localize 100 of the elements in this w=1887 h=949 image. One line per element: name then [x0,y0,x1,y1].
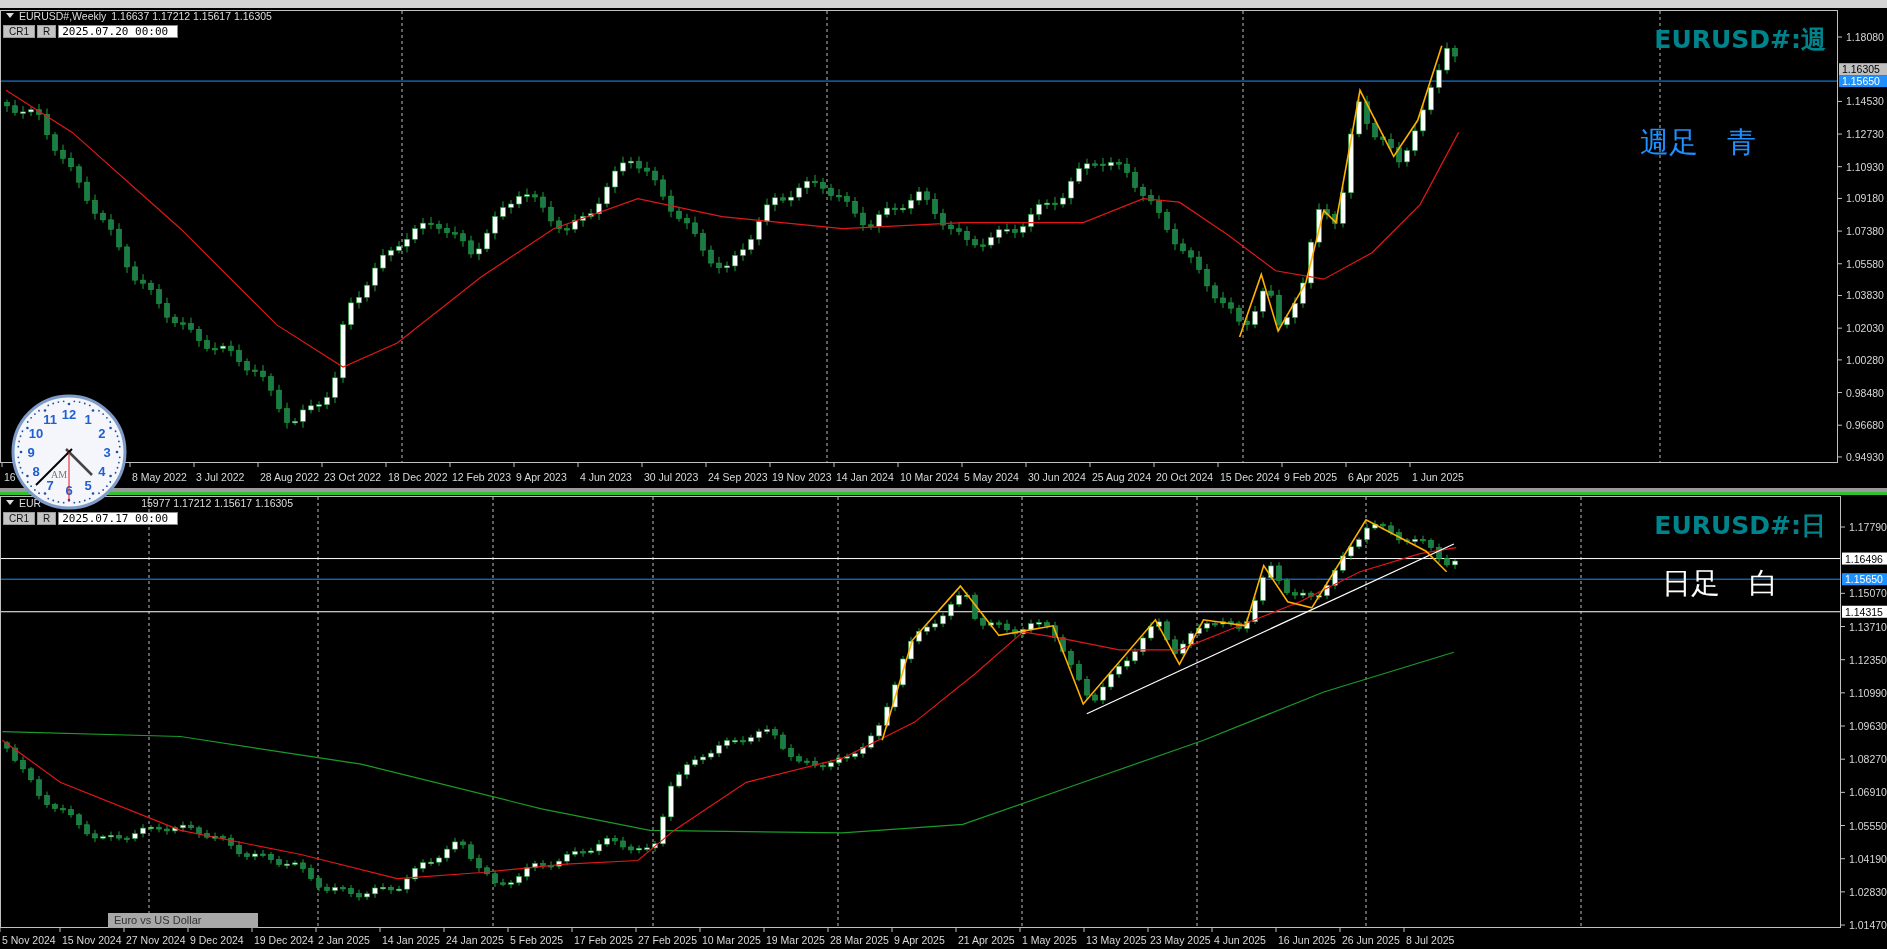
date-label: 27 Nov 2024 [126,934,186,946]
price-label: 1.05580 [1846,257,1884,270]
price-tag: 1.16496 [1842,552,1887,565]
date-label: 13 May 2025 [1086,934,1147,946]
price-label: 1.02830 [1849,885,1887,898]
chart-note: 週足 青 [1640,125,1756,159]
date-label: 16 Jun 2025 [1278,934,1336,946]
date-label: 3 Jul 2022 [196,471,245,483]
price-label: 1.12350 [1849,653,1887,666]
clock-number: 2 [98,426,106,441]
date-label: 4 Jun 2023 [580,471,632,483]
price-label: 1.13710 [1849,620,1887,633]
date-label: 28 Mar 2025 [830,934,889,946]
clock-number: 3 [103,445,111,460]
date-label: 9 Apr 2023 [516,471,567,483]
date-label: 30 Jul 2023 [644,471,699,483]
date-label: 8 May 2022 [132,471,187,483]
price-label: 0.96680 [1846,419,1884,432]
clock-number: 4 [98,464,106,479]
price-label: 1.03830 [1846,289,1884,302]
date-label: 30 Jun 2024 [1028,471,1086,483]
toolbar-button[interactable]: CR1 [3,25,35,38]
date-label: 27 Feb 2025 [638,934,697,946]
price-label: 1.09630 [1849,720,1887,732]
clock-number: 11 [43,412,57,428]
date-label: 24 Jan 2025 [446,934,504,946]
price-label: 1.10990 [1849,686,1887,699]
price-label: 1.08270 [1849,753,1887,766]
date-label: 9 Feb 2025 [1284,471,1338,483]
price-tag: 1.14315 [1842,605,1887,618]
price-label: 1.10930 [1846,160,1884,173]
toolbar-button[interactable]: CR1 [3,512,35,525]
symbol-label: EURUSD#,Weekly [19,9,107,22]
toolbar-button[interactable]: R [37,25,57,38]
date-label: 26 Jun 2025 [1342,934,1400,946]
price-tag: 1.16305 [1839,63,1887,76]
price-label: 1.15070 [1849,587,1887,600]
date-label: 12 Feb 2023 [452,471,511,483]
clock-number: 12 [61,407,77,422]
date-label: 16 [4,471,16,483]
price-label: 1.14530 [1846,95,1884,108]
date-label: 1 May 2025 [1022,934,1077,946]
date-label: 20 Oct 2024 [1156,471,1214,483]
date-label: 18 Dec 2022 [388,471,448,483]
date-label: 9 Apr 2025 [894,934,945,946]
date-label: 2 Jan 2025 [318,934,370,946]
clock-number: 7 [46,477,54,493]
date-label: 5 Feb 2025 [510,934,564,946]
date-label: 5 May 2024 [964,471,1019,483]
price-label: 1.00280 [1846,353,1884,366]
price-label: 1.18080 [1846,31,1884,43]
clock-number: 5 [84,477,92,493]
price-label: 1.02030 [1846,322,1884,335]
price-label: 1.01470 [1849,919,1887,932]
price-label: 1.12730 [1846,128,1884,141]
date-label: 1 Jun 2025 [1412,471,1464,483]
date-label: 8 Jul 2025 [1406,934,1455,946]
clock-number: 6 [65,483,73,498]
date-label: 17 Feb 2025 [574,934,633,946]
tooltip: Euro vs US Dollar [108,913,258,928]
date-label: 23 May 2025 [1150,934,1211,946]
date-label: 6 Apr 2025 [1348,471,1399,483]
price-tag: 1.15650 [1842,573,1887,586]
price-label: 0.98480 [1846,386,1884,399]
date-label: 19 Dec 2024 [254,934,314,946]
price-label: 1.17790 [1849,521,1887,533]
date-label: 10 Mar 2025 [702,934,761,946]
date-label: 5 Nov 2024 [2,934,56,946]
date-label: 14 Jan 2025 [382,934,440,946]
date-label: 15 Nov 2024 [62,934,122,946]
meridiem-label: AM [50,469,68,480]
date-label: 10 Mar 2024 [900,471,959,483]
date-label: 14 Jan 2024 [836,471,894,483]
date-field[interactable]: 2025.07.17 00:00 [58,512,179,525]
toolbar-button[interactable]: R [37,512,57,525]
date-label: 24 Sep 2023 [708,471,768,483]
date-label: 23 Oct 2022 [324,471,382,483]
clock-number: 8 [32,464,40,479]
clock-number: 9 [27,445,35,460]
price-label: 1.09180 [1846,192,1884,205]
clock-number: 10 [28,426,44,441]
chart-title: EURUSD#:日 [1654,511,1826,540]
clock-number: 1 [84,412,92,428]
date-label: 9 Dec 2024 [190,934,244,946]
price-label: 1.04190 [1849,852,1887,865]
date-label: 25 Aug 2024 [1092,471,1151,483]
date-label: 21 Apr 2025 [958,934,1015,946]
price-label: 1.07380 [1846,225,1884,238]
date-label: 15 Dec 2024 [1220,471,1280,483]
price-label: 0.94930 [1846,450,1884,463]
price-label: 1.05550 [1849,819,1887,832]
date-label: 4 Jun 2025 [1214,934,1266,946]
date-label: 28 Aug 2022 [260,471,319,483]
chart-title: EURUSD#:週 [1654,25,1826,54]
date-field[interactable]: 2025.07.20 00:00 [58,25,179,38]
date-label: 19 Mar 2025 [766,934,825,946]
price-tag: 1.15650 [1839,75,1887,88]
quote-values: 15977 1.17212 1.15617 1.16305 [141,496,293,509]
quote-values: 1.16637 1.17212 1.15617 1.16305 [111,9,272,22]
price-label: 1.06910 [1849,786,1887,799]
